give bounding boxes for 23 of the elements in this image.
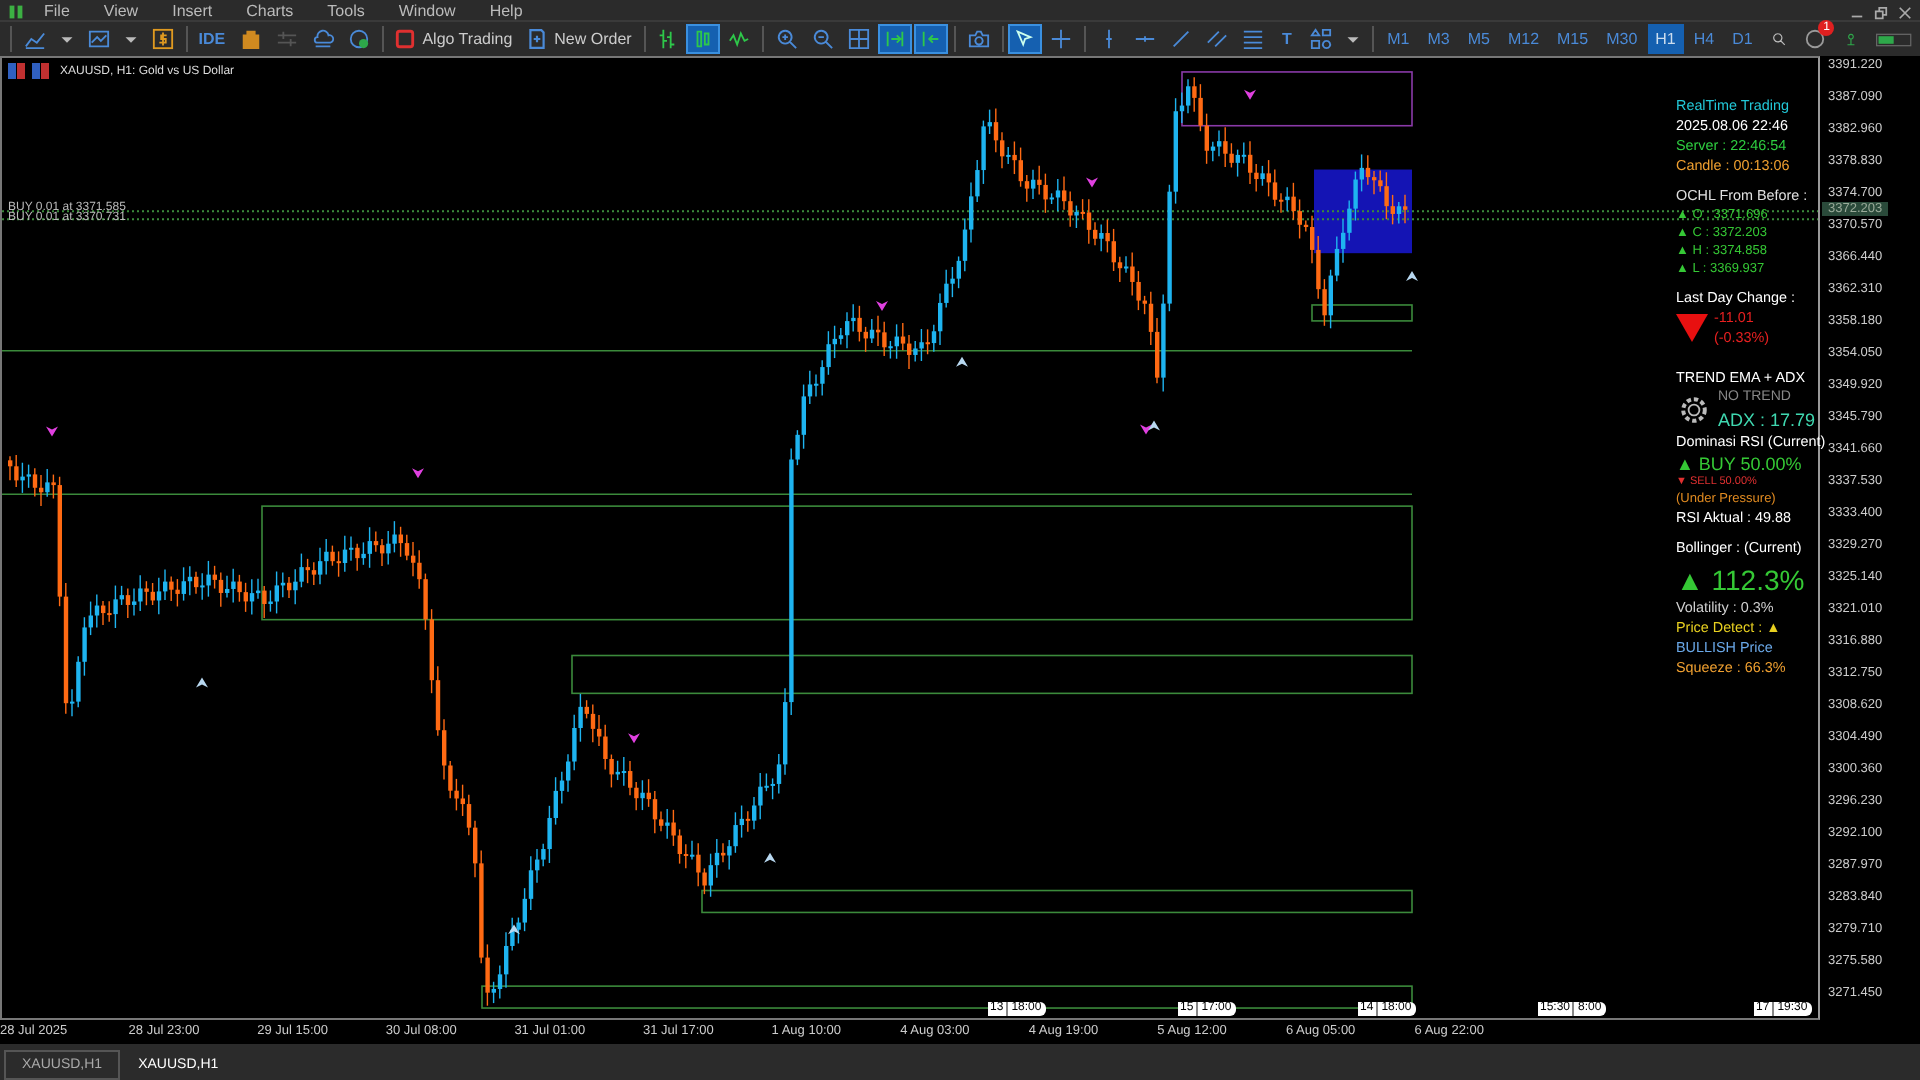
timeframe-button[interactable]: M5: [1459, 24, 1498, 54]
timeframe-button[interactable]: M3: [1419, 24, 1458, 54]
timeframe-button[interactable]: D1: [1724, 24, 1761, 54]
toolbar-text-button[interactable]: IDE: [192, 24, 232, 54]
menu-item[interactable]: Help: [489, 2, 523, 20]
menu-item[interactable]: File: [44, 2, 70, 20]
algo-trading-button[interactable]: Algo Trading: [388, 24, 519, 54]
menu-item[interactable]: Charts: [246, 2, 294, 20]
timeframe-button[interactable]: M12: [1499, 24, 1548, 54]
indicator-text: ▲ 112.3%: [1676, 562, 1807, 598]
timeframe-button[interactable]: H1: [1647, 24, 1684, 54]
menu-item[interactable]: Tools: [327, 2, 365, 20]
timeframe-button[interactable]: M15: [1549, 24, 1597, 54]
menu-item[interactable]: Insert: [172, 2, 213, 20]
menu-item[interactable]: View: [103, 2, 139, 20]
indicator-text: ▲ BUY 50.00%: [1676, 452, 1804, 476]
menu-item[interactable]: Window: [398, 2, 456, 20]
timeframe-button[interactable]: M30: [1598, 24, 1646, 54]
timeframe-button[interactable]: M1: [1379, 24, 1418, 54]
toolbar-text-button[interactable]: T: [1271, 24, 1302, 54]
adx-value: ADX : 17.79: [1718, 408, 1816, 432]
new-order-button[interactable]: New Order: [520, 24, 638, 54]
timeframe-button[interactable]: H4: [1685, 24, 1723, 54]
